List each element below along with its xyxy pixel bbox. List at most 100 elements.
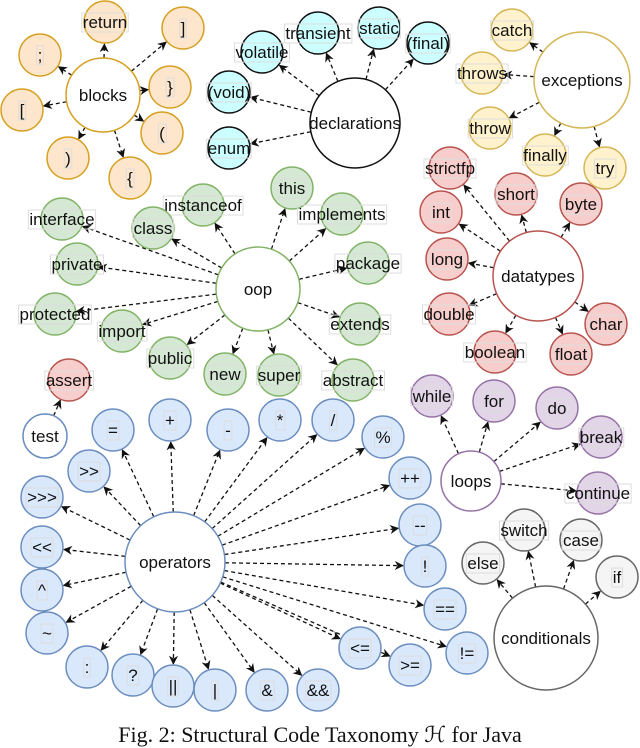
edge-operators-sym45	[193, 449, 221, 516]
group-exceptions: exceptions catch throws throw finally try	[455, 8, 631, 190]
node-label-void: (void)	[208, 83, 251, 102]
node-label-sym62-61: >=	[400, 656, 420, 675]
edge-blocks-sym59	[57, 66, 73, 76]
node-label-oop: oop	[244, 280, 272, 299]
edge-operators-sym62-62-62	[60, 506, 131, 541]
edge-operators-sym33	[224, 560, 404, 571]
edge-oop-import	[142, 300, 219, 327]
edge-exceptions-finally	[554, 122, 563, 137]
edge-datatypes-int	[458, 223, 501, 252]
node-label-sym60-60: <<	[32, 538, 52, 557]
node-label-static: static	[359, 19, 399, 38]
node-label-exceptions: exceptions	[541, 71, 622, 90]
edge-oop-new	[231, 327, 244, 355]
node-label-throw: throw	[469, 119, 511, 138]
edge-blocks-sym41	[78, 127, 87, 140]
node-label-sym124-124: ||	[169, 677, 178, 696]
node-label-this: this	[279, 179, 305, 198]
edge-declarations-enum	[249, 131, 311, 147]
node-label-sym126: ~	[42, 624, 52, 643]
node-label-sym38: &	[261, 681, 273, 700]
node-label-operators: operators	[139, 553, 211, 572]
edge-exceptions-try	[592, 126, 602, 148]
node-label-sym123: {	[127, 169, 133, 188]
node-label-switch: switch	[500, 521, 547, 540]
node-label-blocks: blocks	[79, 86, 127, 105]
edge-exceptions-throw	[508, 101, 540, 119]
edge-blocks-sym93	[130, 41, 167, 72]
edge-oop-public	[186, 314, 226, 345]
group-blocks: blocks return];} [() {	[0, 0, 205, 200]
node-label-final: (final)	[407, 34, 450, 53]
edge-oop-this	[270, 207, 287, 250]
node-label-int: int	[432, 203, 450, 222]
edge-oop-super	[267, 329, 277, 355]
edge-operators-sym60-61	[220, 582, 341, 640]
node-label-sym33-61: !=	[460, 644, 475, 663]
edge-datatypes-long	[467, 260, 494, 270]
node-label-sym45-45: --	[414, 516, 425, 535]
node-label-sym38-38: &&	[307, 681, 330, 700]
node-label-sym61: =	[108, 421, 118, 440]
edge-declarations-final	[384, 58, 414, 91]
group-loops: loops while for dobreak continue	[410, 374, 632, 515]
node-label-extends: extends	[330, 315, 390, 334]
node-label-public: public	[148, 349, 193, 368]
edge-operators-sym60-60	[62, 545, 126, 558]
node-label-byte: byte	[565, 195, 597, 214]
node-label-assert: assert	[46, 371, 93, 390]
node-label-volatile: volatile	[236, 43, 289, 62]
edge-datatypes-char	[574, 301, 589, 312]
node-label-private: private	[51, 255, 102, 274]
edge-declarations-volatile	[278, 64, 320, 97]
edge-operators-sym37	[217, 447, 365, 537]
edge-loops-break	[499, 442, 582, 472]
node-label-instanceof: instanceof	[164, 196, 242, 215]
edge-operators-sym58	[100, 599, 144, 651]
edge-datatypes-byte	[560, 222, 571, 238]
node-label-throws: throws	[457, 64, 507, 83]
taxonomy-diagram: blocks return];} [() {declarations transient…	[0, 0, 639, 712]
figure-caption: Fig. 2: Structural Code Taxonomy ℋ for J…	[118, 722, 522, 747]
node-label-transient: transient	[285, 24, 350, 43]
edge-oop-instanceof	[214, 222, 236, 255]
node-label-interface: interface	[29, 210, 94, 229]
taxonomy-figure: blocks return];} [() {declarations transient…	[0, 0, 640, 748]
edge-operators-sym124-124	[168, 611, 179, 665]
node-label-sym43-43: ++	[400, 469, 420, 488]
node-label-boolean: boolean	[465, 343, 526, 362]
edge-loops-do	[493, 421, 541, 463]
node-label-sym45: -	[225, 421, 231, 440]
node-label-long: long	[431, 250, 463, 269]
edge-conditionals-if	[585, 590, 602, 605]
node-label-sym42: *	[277, 411, 284, 430]
group-conditionals: conditionals elseswitch caseif	[461, 508, 639, 691]
edge-blocks-sym91	[42, 100, 67, 109]
node-label-sym61-61: ==	[435, 600, 455, 619]
edge-datatypes-short	[519, 214, 529, 233]
node-label-sym91: [	[20, 101, 25, 120]
node-label-if: if	[613, 568, 622, 587]
edge-operators-sym45-45	[224, 525, 400, 556]
node-label-float: float	[555, 345, 587, 364]
node-label-while: while	[412, 387, 452, 406]
node-label-sym94: ^	[38, 581, 46, 600]
node-label-datatypes: datatypes	[501, 267, 575, 286]
node-label-conditionals: conditionals	[501, 629, 591, 648]
group-operators: operators = + - * /% >> ++ >>> -- <<! ^ == ~ !=: >=? <= |…	[20, 398, 489, 712]
node-label-else: else	[467, 554, 498, 573]
edge-operators-sym61	[121, 449, 155, 518]
node-label-sym93: ]	[181, 19, 186, 38]
node-label-double: double	[423, 305, 474, 324]
node-label-sym43: +	[165, 411, 175, 430]
node-label-test: test	[31, 427, 59, 446]
node-label-abstract: abstract	[323, 371, 384, 390]
edge-oop-class	[171, 238, 223, 269]
edge-operators-sym126	[65, 585, 132, 623]
edge-datatypes-float	[554, 317, 564, 335]
node-label-break: break	[580, 428, 623, 447]
node-label-return: return	[83, 13, 127, 32]
node-label-sym63: ?	[128, 666, 137, 685]
edge-conditionals-case	[562, 559, 576, 590]
edge-conditionals-switch	[525, 550, 537, 588]
